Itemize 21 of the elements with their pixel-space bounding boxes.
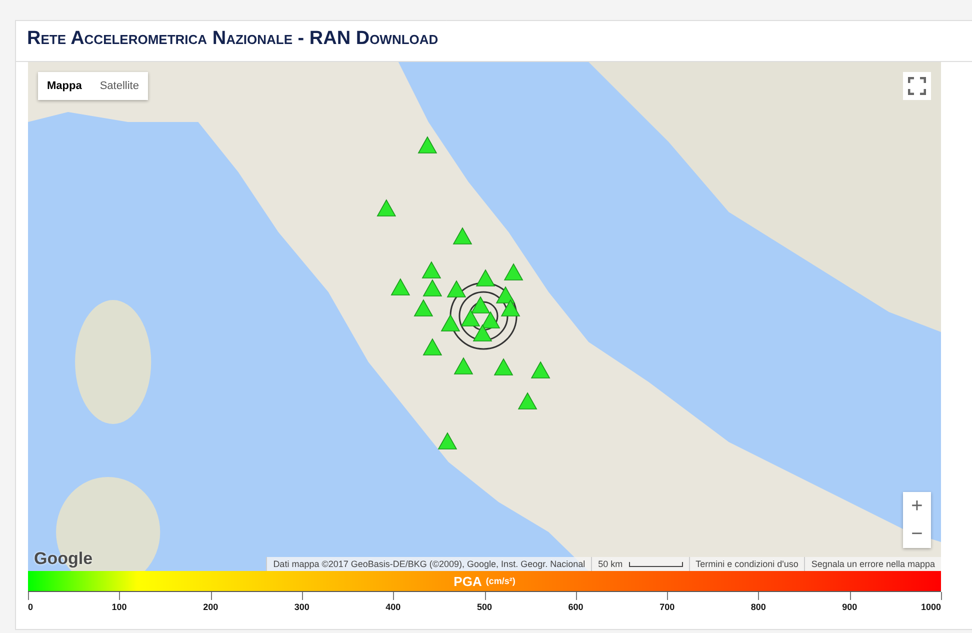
scale-label: 0 [28, 602, 34, 612]
zoom-in-button[interactable]: + [903, 492, 931, 520]
scale-label: 500 [476, 602, 492, 612]
scale-label: 200 [203, 602, 218, 612]
zoom-out-button[interactable]: − [903, 520, 931, 548]
legend-title: PGA [454, 574, 482, 588]
fullscreen-button[interactable] [903, 72, 931, 100]
map-logo: Google [34, 549, 93, 569]
scale-label: 600 [568, 602, 584, 612]
scale-label: 900 [842, 602, 858, 612]
scale-label: 400 [386, 602, 401, 612]
scale-label: 1000 [920, 602, 941, 612]
epicenter-rings-drawing [450, 282, 518, 350]
map-type-tab[interactable]: Mappa [38, 72, 91, 100]
scale-label: 100 [112, 602, 127, 612]
scale-label: 700 [660, 602, 675, 612]
map-type-tab[interactable]: Satellite [90, 72, 148, 100]
scale-label: 300 [294, 602, 310, 612]
fullscreen-icon [908, 77, 926, 95]
legend-unit: (cm/s²) [486, 576, 516, 586]
scale-label: 800 [750, 602, 766, 612]
